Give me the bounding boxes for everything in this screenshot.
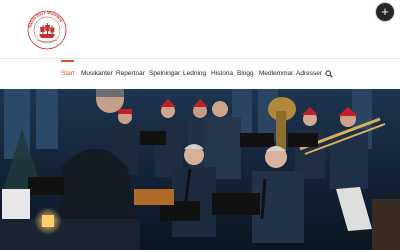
main-nav: Start Musikanter Repertoar Spelningar Le… <box>0 59 400 89</box>
nav-item-spelningar[interactable]: Spelningar <box>149 70 180 77</box>
search-icon[interactable] <box>325 70 333 78</box>
add-button[interactable]: + <box>376 3 394 21</box>
band-photo <box>0 89 400 250</box>
active-tab-indicator <box>61 60 74 62</box>
nav-item-historia[interactable]: Historia <box>211 70 233 77</box>
site-header: Bålsta Dåre Musiskår + <box>0 0 400 58</box>
nav-item-blogg[interactable]: Blogg <box>237 70 254 77</box>
band-logo[interactable]: Bålsta Dåre Musiskår <box>27 10 67 50</box>
nav-item-start[interactable]: Start <box>61 70 75 77</box>
nav-item-medlemmar[interactable]: Medlemmar <box>259 70 293 77</box>
nav-item-adresser[interactable]: Adresser <box>296 70 322 77</box>
nav-item-ledning[interactable]: Ledning <box>183 70 206 77</box>
hero-photo <box>0 89 400 250</box>
nav-item-musikanter[interactable]: Musikanter <box>81 70 113 77</box>
nav-item-repertoar[interactable]: Repertoar <box>116 70 145 77</box>
